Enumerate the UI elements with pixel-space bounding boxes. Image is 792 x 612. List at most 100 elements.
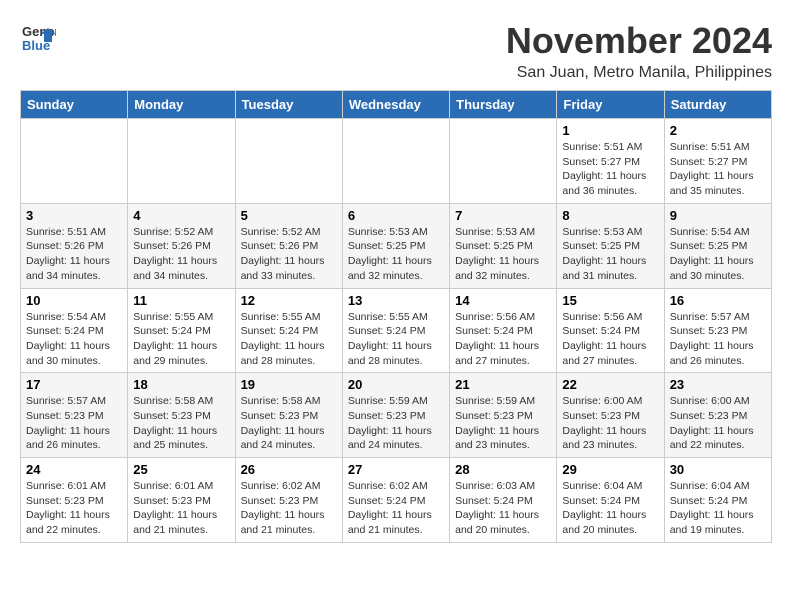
day-number: 23 xyxy=(670,377,766,392)
day-number: 5 xyxy=(241,208,337,223)
table-row xyxy=(450,119,557,204)
day-detail: Sunrise: 5:58 AM Sunset: 5:23 PM Dayligh… xyxy=(241,394,337,453)
day-detail: Sunrise: 5:58 AM Sunset: 5:23 PM Dayligh… xyxy=(133,394,229,453)
table-row: 19 Sunrise: 5:58 AM Sunset: 5:23 PM Dayli… xyxy=(235,373,342,458)
day-detail: Sunrise: 5:59 AM Sunset: 5:23 PM Dayligh… xyxy=(348,394,444,453)
table-row: 13 Sunrise: 5:55 AM Sunset: 5:24 PM Dayli… xyxy=(342,288,449,373)
table-row: 28 Sunrise: 6:03 AM Sunset: 5:24 PM Dayli… xyxy=(450,458,557,543)
calendar-week-row: 10 Sunrise: 5:54 AM Sunset: 5:24 PM Dayli… xyxy=(21,288,772,373)
page: General Blue November 2024 San Juan, Met… xyxy=(0,0,792,553)
table-row: 8Sunrise: 5:53 AM Sunset: 5:25 PM Daylig… xyxy=(557,203,664,288)
day-number: 11 xyxy=(133,293,229,308)
day-detail: Sunrise: 6:04 AM Sunset: 5:24 PM Dayligh… xyxy=(670,479,766,538)
day-number: 13 xyxy=(348,293,444,308)
table-row: 29 Sunrise: 6:04 AM Sunset: 5:24 PM Dayli… xyxy=(557,458,664,543)
day-detail: Sunrise: 5:53 AM Sunset: 5:25 PM Dayligh… xyxy=(455,225,551,284)
table-row: 15 Sunrise: 5:56 AM Sunset: 5:24 PM Dayli… xyxy=(557,288,664,373)
title-block: November 2024 San Juan, Metro Manila, Ph… xyxy=(506,20,772,82)
day-detail: Sunrise: 6:01 AM Sunset: 5:23 PM Dayligh… xyxy=(133,479,229,538)
calendar-week-row: 17Sunrise: 5:57 AM Sunset: 5:23 PM Dayli… xyxy=(21,373,772,458)
day-detail: Sunrise: 5:53 AM Sunset: 5:25 PM Dayligh… xyxy=(562,225,658,284)
day-number: 28 xyxy=(455,462,551,477)
table-row: 27Sunrise: 6:02 AM Sunset: 5:24 PM Dayli… xyxy=(342,458,449,543)
table-row: 3 Sunrise: 5:51 AM Sunset: 5:26 PM Daylig… xyxy=(21,203,128,288)
day-detail: Sunrise: 6:00 AM Sunset: 5:23 PM Dayligh… xyxy=(562,394,658,453)
table-row: 11 Sunrise: 5:55 AM Sunset: 5:24 PM Dayli… xyxy=(128,288,235,373)
table-row: 25 Sunrise: 6:01 AM Sunset: 5:23 PM Dayli… xyxy=(128,458,235,543)
table-row: 20 Sunrise: 5:59 AM Sunset: 5:23 PM Dayli… xyxy=(342,373,449,458)
table-row: 10 Sunrise: 5:54 AM Sunset: 5:24 PM Dayli… xyxy=(21,288,128,373)
day-number: 4 xyxy=(133,208,229,223)
table-row: 16Sunrise: 5:57 AM Sunset: 5:23 PM Dayli… xyxy=(664,288,771,373)
day-number: 10 xyxy=(26,293,122,308)
month-title: November 2024 xyxy=(506,20,772,62)
day-detail: Sunrise: 5:54 AM Sunset: 5:25 PM Dayligh… xyxy=(670,225,766,284)
table-row: 23 Sunrise: 6:00 AM Sunset: 5:23 PM Dayli… xyxy=(664,373,771,458)
day-number: 2 xyxy=(670,123,766,138)
table-row: 24Sunrise: 6:01 AM Sunset: 5:23 PM Dayli… xyxy=(21,458,128,543)
day-number: 9 xyxy=(670,208,766,223)
day-detail: Sunrise: 5:55 AM Sunset: 5:24 PM Dayligh… xyxy=(133,310,229,369)
day-detail: Sunrise: 6:03 AM Sunset: 5:24 PM Dayligh… xyxy=(455,479,551,538)
header-row: General Blue November 2024 San Juan, Met… xyxy=(20,20,772,82)
col-sunday: Sunday xyxy=(21,91,128,119)
day-detail: Sunrise: 5:55 AM Sunset: 5:24 PM Dayligh… xyxy=(348,310,444,369)
day-detail: Sunrise: 5:51 AM Sunset: 5:27 PM Dayligh… xyxy=(562,140,658,199)
day-number: 27 xyxy=(348,462,444,477)
calendar-table: Sunday Monday Tuesday Wednesday Thursday… xyxy=(20,90,772,543)
day-number: 1 xyxy=(562,123,658,138)
day-number: 19 xyxy=(241,377,337,392)
col-friday: Friday xyxy=(557,91,664,119)
day-detail: Sunrise: 5:51 AM Sunset: 5:26 PM Dayligh… xyxy=(26,225,122,284)
day-detail: Sunrise: 5:56 AM Sunset: 5:24 PM Dayligh… xyxy=(562,310,658,369)
calendar-week-row: 1 Sunrise: 5:51 AM Sunset: 5:27 PM Daylig… xyxy=(21,119,772,204)
table-row: 9 Sunrise: 5:54 AM Sunset: 5:25 PM Daylig… xyxy=(664,203,771,288)
table-row xyxy=(235,119,342,204)
col-wednesday: Wednesday xyxy=(342,91,449,119)
col-monday: Monday xyxy=(128,91,235,119)
table-row: 1 Sunrise: 5:51 AM Sunset: 5:27 PM Daylig… xyxy=(557,119,664,204)
day-detail: Sunrise: 6:04 AM Sunset: 5:24 PM Dayligh… xyxy=(562,479,658,538)
table-row: 2 Sunrise: 5:51 AM Sunset: 5:27 PM Daylig… xyxy=(664,119,771,204)
logo: General Blue xyxy=(20,20,56,56)
table-row: 4 Sunrise: 5:52 AM Sunset: 5:26 PM Daylig… xyxy=(128,203,235,288)
table-row: 7 Sunrise: 5:53 AM Sunset: 5:25 PM Daylig… xyxy=(450,203,557,288)
day-number: 3 xyxy=(26,208,122,223)
table-row: 12 Sunrise: 5:55 AM Sunset: 5:24 PM Dayli… xyxy=(235,288,342,373)
day-detail: Sunrise: 5:53 AM Sunset: 5:25 PM Dayligh… xyxy=(348,225,444,284)
day-detail: Sunrise: 5:51 AM Sunset: 5:27 PM Dayligh… xyxy=(670,140,766,199)
day-number: 14 xyxy=(455,293,551,308)
day-number: 12 xyxy=(241,293,337,308)
day-detail: Sunrise: 6:00 AM Sunset: 5:23 PM Dayligh… xyxy=(670,394,766,453)
table-row: 17Sunrise: 5:57 AM Sunset: 5:23 PM Dayli… xyxy=(21,373,128,458)
table-row: 5Sunrise: 5:52 AM Sunset: 5:26 PM Daylig… xyxy=(235,203,342,288)
day-detail: Sunrise: 5:59 AM Sunset: 5:23 PM Dayligh… xyxy=(455,394,551,453)
day-detail: Sunrise: 5:54 AM Sunset: 5:24 PM Dayligh… xyxy=(26,310,122,369)
col-thursday: Thursday xyxy=(450,91,557,119)
table-row xyxy=(128,119,235,204)
day-number: 29 xyxy=(562,462,658,477)
day-number: 15 xyxy=(562,293,658,308)
day-detail: Sunrise: 5:57 AM Sunset: 5:23 PM Dayligh… xyxy=(26,394,122,453)
day-detail: Sunrise: 5:55 AM Sunset: 5:24 PM Dayligh… xyxy=(241,310,337,369)
table-row: 26Sunrise: 6:02 AM Sunset: 5:23 PM Dayli… xyxy=(235,458,342,543)
day-number: 22 xyxy=(562,377,658,392)
col-tuesday: Tuesday xyxy=(235,91,342,119)
day-number: 26 xyxy=(241,462,337,477)
table-row: 21 Sunrise: 5:59 AM Sunset: 5:23 PM Dayli… xyxy=(450,373,557,458)
calendar-week-row: 3 Sunrise: 5:51 AM Sunset: 5:26 PM Daylig… xyxy=(21,203,772,288)
day-detail: Sunrise: 5:57 AM Sunset: 5:23 PM Dayligh… xyxy=(670,310,766,369)
day-number: 20 xyxy=(348,377,444,392)
day-detail: Sunrise: 5:56 AM Sunset: 5:24 PM Dayligh… xyxy=(455,310,551,369)
day-detail: Sunrise: 5:52 AM Sunset: 5:26 PM Dayligh… xyxy=(133,225,229,284)
day-number: 7 xyxy=(455,208,551,223)
table-row xyxy=(342,119,449,204)
table-row: 14 Sunrise: 5:56 AM Sunset: 5:24 PM Dayli… xyxy=(450,288,557,373)
logo-icon: General Blue xyxy=(20,20,56,56)
table-row: 6 Sunrise: 5:53 AM Sunset: 5:25 PM Daylig… xyxy=(342,203,449,288)
header-row-days: Sunday Monday Tuesday Wednesday Thursday… xyxy=(21,91,772,119)
day-number: 21 xyxy=(455,377,551,392)
day-number: 6 xyxy=(348,208,444,223)
table-row xyxy=(21,119,128,204)
day-number: 25 xyxy=(133,462,229,477)
